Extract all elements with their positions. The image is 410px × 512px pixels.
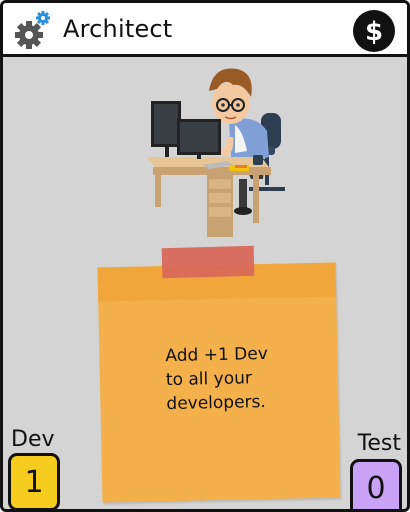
ability-description: Add +1 Dev to all your developers. (165, 341, 316, 416)
ability-line-3: developers. (166, 392, 267, 415)
developer-illustration (143, 61, 303, 241)
ability-line-1: Add +1 Dev (165, 343, 269, 367)
tape-strip (161, 245, 255, 279)
ability-line-2: to all your (165, 368, 253, 391)
character-card: Architect $ Add +1 Dev to all your devel… (0, 0, 410, 512)
test-label: Test (357, 431, 401, 456)
test-value: 0 (366, 470, 386, 506)
ability-note: Add +1 Dev to all your developers. (97, 245, 348, 505)
card-title: Architect (63, 15, 173, 43)
card-header: Architect $ (3, 3, 407, 57)
dev-label: Dev (11, 427, 55, 452)
test-stat-badge: 0 (350, 459, 402, 509)
dev-stat-badge: 1 (8, 453, 60, 509)
dev-value: 1 (24, 464, 44, 500)
sticky-note: Add +1 Dev to all your developers. (97, 262, 341, 503)
gear-icon[interactable] (13, 9, 53, 51)
dollar-icon[interactable]: $ (353, 10, 395, 52)
dollar-symbol: $ (365, 17, 383, 46)
